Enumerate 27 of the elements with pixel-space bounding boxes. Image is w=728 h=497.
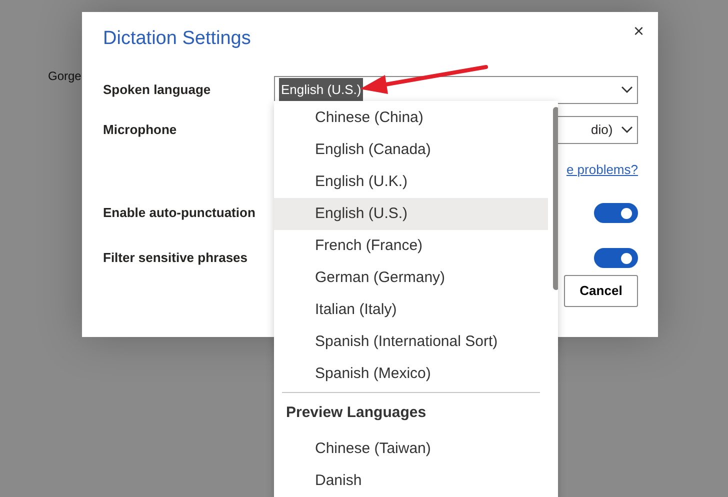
language-option[interactable]: Spanish (International Sort) — [274, 326, 548, 358]
toggle-switch[interactable] — [594, 202, 638, 222]
language-option[interactable]: French (France) — [274, 230, 548, 262]
field-label: Microphone — [103, 121, 178, 140]
language-option[interactable]: Chinese (China) — [274, 102, 548, 134]
field-label: Spoken language — [103, 81, 212, 100]
language-option[interactable]: Spanish (Mexico) — [274, 358, 548, 390]
language-option[interactable]: Danish — [274, 465, 548, 497]
group-header: Preview Languages — [285, 402, 428, 423]
close-button[interactable]: × — [629, 18, 648, 45]
toggle-label: Filter sensitive phrases — [103, 248, 248, 267]
language-option[interactable]: Chinese (Taiwan) — [274, 433, 548, 465]
scrollbar[interactable] — [553, 107, 558, 290]
language-option[interactable]: Italian (Italy) — [274, 294, 548, 326]
background-text: Gorge — [48, 68, 82, 85]
chevron-icon — [621, 126, 633, 134]
dialog-title: Dictation Settings — [103, 28, 251, 51]
language-option[interactable]: English (U.S.) — [274, 198, 548, 230]
help-link[interactable]: e problems? — [566, 160, 638, 180]
language-option[interactable]: German (Germany) — [274, 262, 548, 294]
toggle-switch[interactable] — [594, 248, 638, 268]
language-option[interactable]: English (U.K.) — [274, 166, 548, 198]
selected-value: English (U.S.) — [279, 78, 364, 102]
language-option[interactable]: English (Canada) — [274, 134, 548, 166]
toggle-label: Enable auto-punctuation — [103, 204, 256, 222]
cancel-button[interactable]: Cancel — [564, 275, 638, 307]
chevron-icon — [621, 86, 633, 94]
